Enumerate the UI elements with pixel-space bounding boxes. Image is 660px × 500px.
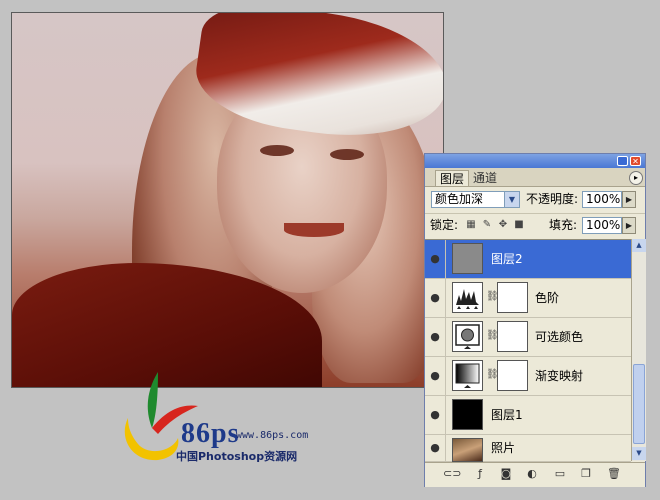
opacity-input[interactable]: 100% [582, 191, 622, 208]
layers-list: ● 图层2 ● ⛓ 色阶 ● ⛓ 可选颜色 ● ⛓ 渐变映射 ● 图层1 ● 照… [425, 239, 631, 462]
link-chain-icon[interactable]: ⛓ [486, 369, 499, 380]
logo-site-name: 中国Photoshop资源网 [176, 450, 298, 463]
layer-row-layer2[interactable]: ● 图层2 [425, 240, 631, 279]
lock-transparency-icon[interactable]: ▦ [465, 219, 477, 231]
image-eye-left [260, 145, 294, 156]
layer-row-photo[interactable]: ● 照片 [425, 435, 631, 462]
layer-mask-thumbnail[interactable] [497, 321, 528, 352]
layers-scrollbar[interactable]: ▲ ▼ [631, 239, 646, 461]
scrollbar-thumb[interactable] [633, 364, 645, 444]
add-mask-icon[interactable]: ◙ [499, 467, 513, 481]
logo-url-text: www.86ps.com [236, 430, 309, 441]
panel-titlebar[interactable]: _ ✕ [425, 154, 645, 168]
layer-row-selective-color[interactable]: ● ⛓ 可选颜色 [425, 318, 631, 357]
selective-color-adjustment-icon [452, 321, 483, 352]
layers-panel: _ ✕ 图层 通道 ▸ 颜色加深 ▼ 不透明度: 100% ▶ 锁定: ▦ ✎ … [424, 153, 646, 487]
fill-label: 填充: [549, 218, 578, 232]
panel-bottom-toolbar: ⊂⊃ ƒ ◙ ◐ ▭ ❐ 🗑 [425, 462, 645, 487]
panel-tabs: 图层 通道 ▸ [425, 168, 645, 187]
new-adjustment-layer-icon[interactable]: ◐ [525, 467, 539, 481]
document-image[interactable] [11, 12, 444, 388]
layer-style-icon[interactable]: ƒ [473, 467, 487, 481]
opacity-slider-arrow-icon[interactable]: ▶ [622, 191, 636, 208]
layer-thumbnail [452, 243, 483, 274]
layer-mask-thumbnail[interactable] [497, 282, 528, 313]
tab-channels[interactable]: 通道 [469, 170, 509, 186]
new-layer-icon[interactable]: ❐ [579, 467, 593, 481]
chevron-down-icon[interactable]: ▼ [504, 192, 519, 207]
minimize-icon[interactable]: _ [617, 156, 628, 166]
panel-menu-icon[interactable]: ▸ [629, 171, 643, 185]
layer-name[interactable]: 图层1 [491, 407, 523, 423]
image-eye-right [330, 149, 364, 160]
workspace: 86ps www.86ps.com 中国Photoshop资源网 _ ✕ 图层 … [0, 0, 660, 500]
layer-mask-thumbnail[interactable] [497, 360, 528, 391]
visibility-eye-icon[interactable]: ● [425, 318, 446, 356]
layer-name[interactable]: 照片 [491, 440, 515, 456]
tab-layers[interactable]: 图层 [435, 170, 469, 186]
gradient-map-adjustment-icon [452, 360, 483, 391]
close-icon[interactable]: ✕ [630, 156, 641, 166]
link-layers-icon[interactable]: ⊂⊃ [443, 467, 461, 481]
fill-input[interactable]: 100% [582, 217, 622, 234]
blend-mode-value: 颜色加深 [435, 192, 484, 206]
trash-icon[interactable]: 🗑 [607, 467, 621, 481]
visibility-eye-icon[interactable]: ● [425, 240, 446, 278]
visibility-eye-icon[interactable]: ● [425, 396, 446, 434]
visibility-eye-icon[interactable]: ● [425, 279, 446, 317]
image-mouth [284, 223, 344, 237]
logo-86ps-text: 86ps [181, 418, 240, 449]
visibility-eye-icon[interactable]: ● [425, 357, 446, 395]
layer-name[interactable]: 渐变映射 [535, 368, 583, 384]
layer-row-levels[interactable]: ● ⛓ 色阶 [425, 279, 631, 318]
layer-thumbnail [452, 399, 483, 430]
lock-all-icon[interactable]: ■ [513, 219, 525, 231]
opacity-label: 不透明度: [526, 192, 579, 206]
scroll-down-icon[interactable]: ▼ [632, 447, 646, 460]
fill-slider-arrow-icon[interactable]: ▶ [622, 217, 636, 234]
blend-mode-select[interactable]: 颜色加深 ▼ [431, 191, 520, 208]
lock-position-move-icon[interactable]: ✥ [497, 219, 509, 231]
layer-name[interactable]: 图层2 [491, 251, 523, 267]
layer-row-layer1[interactable]: ● 图层1 [425, 396, 631, 435]
lock-image-brush-icon[interactable]: ✎ [481, 219, 493, 231]
lock-label: 锁定: [430, 218, 459, 232]
link-chain-icon[interactable]: ⛓ [486, 330, 499, 341]
lock-row: 锁定: ▦ ✎ ✥ ■ 填充: 100% ▶ [425, 213, 645, 238]
layer-thumbnail [452, 438, 483, 462]
blend-row: 颜色加深 ▼ 不透明度: 100% ▶ [425, 188, 645, 212]
visibility-eye-icon[interactable]: ● [425, 435, 446, 461]
scroll-up-icon[interactable]: ▲ [632, 239, 646, 252]
link-chain-icon[interactable]: ⛓ [486, 291, 499, 302]
layer-name[interactable]: 可选颜色 [535, 329, 583, 345]
layer-name[interactable]: 色阶 [535, 290, 559, 306]
layer-row-gradient-map[interactable]: ● ⛓ 渐变映射 [425, 357, 631, 396]
levels-adjustment-icon [452, 282, 483, 313]
new-group-folder-icon[interactable]: ▭ [553, 467, 567, 481]
